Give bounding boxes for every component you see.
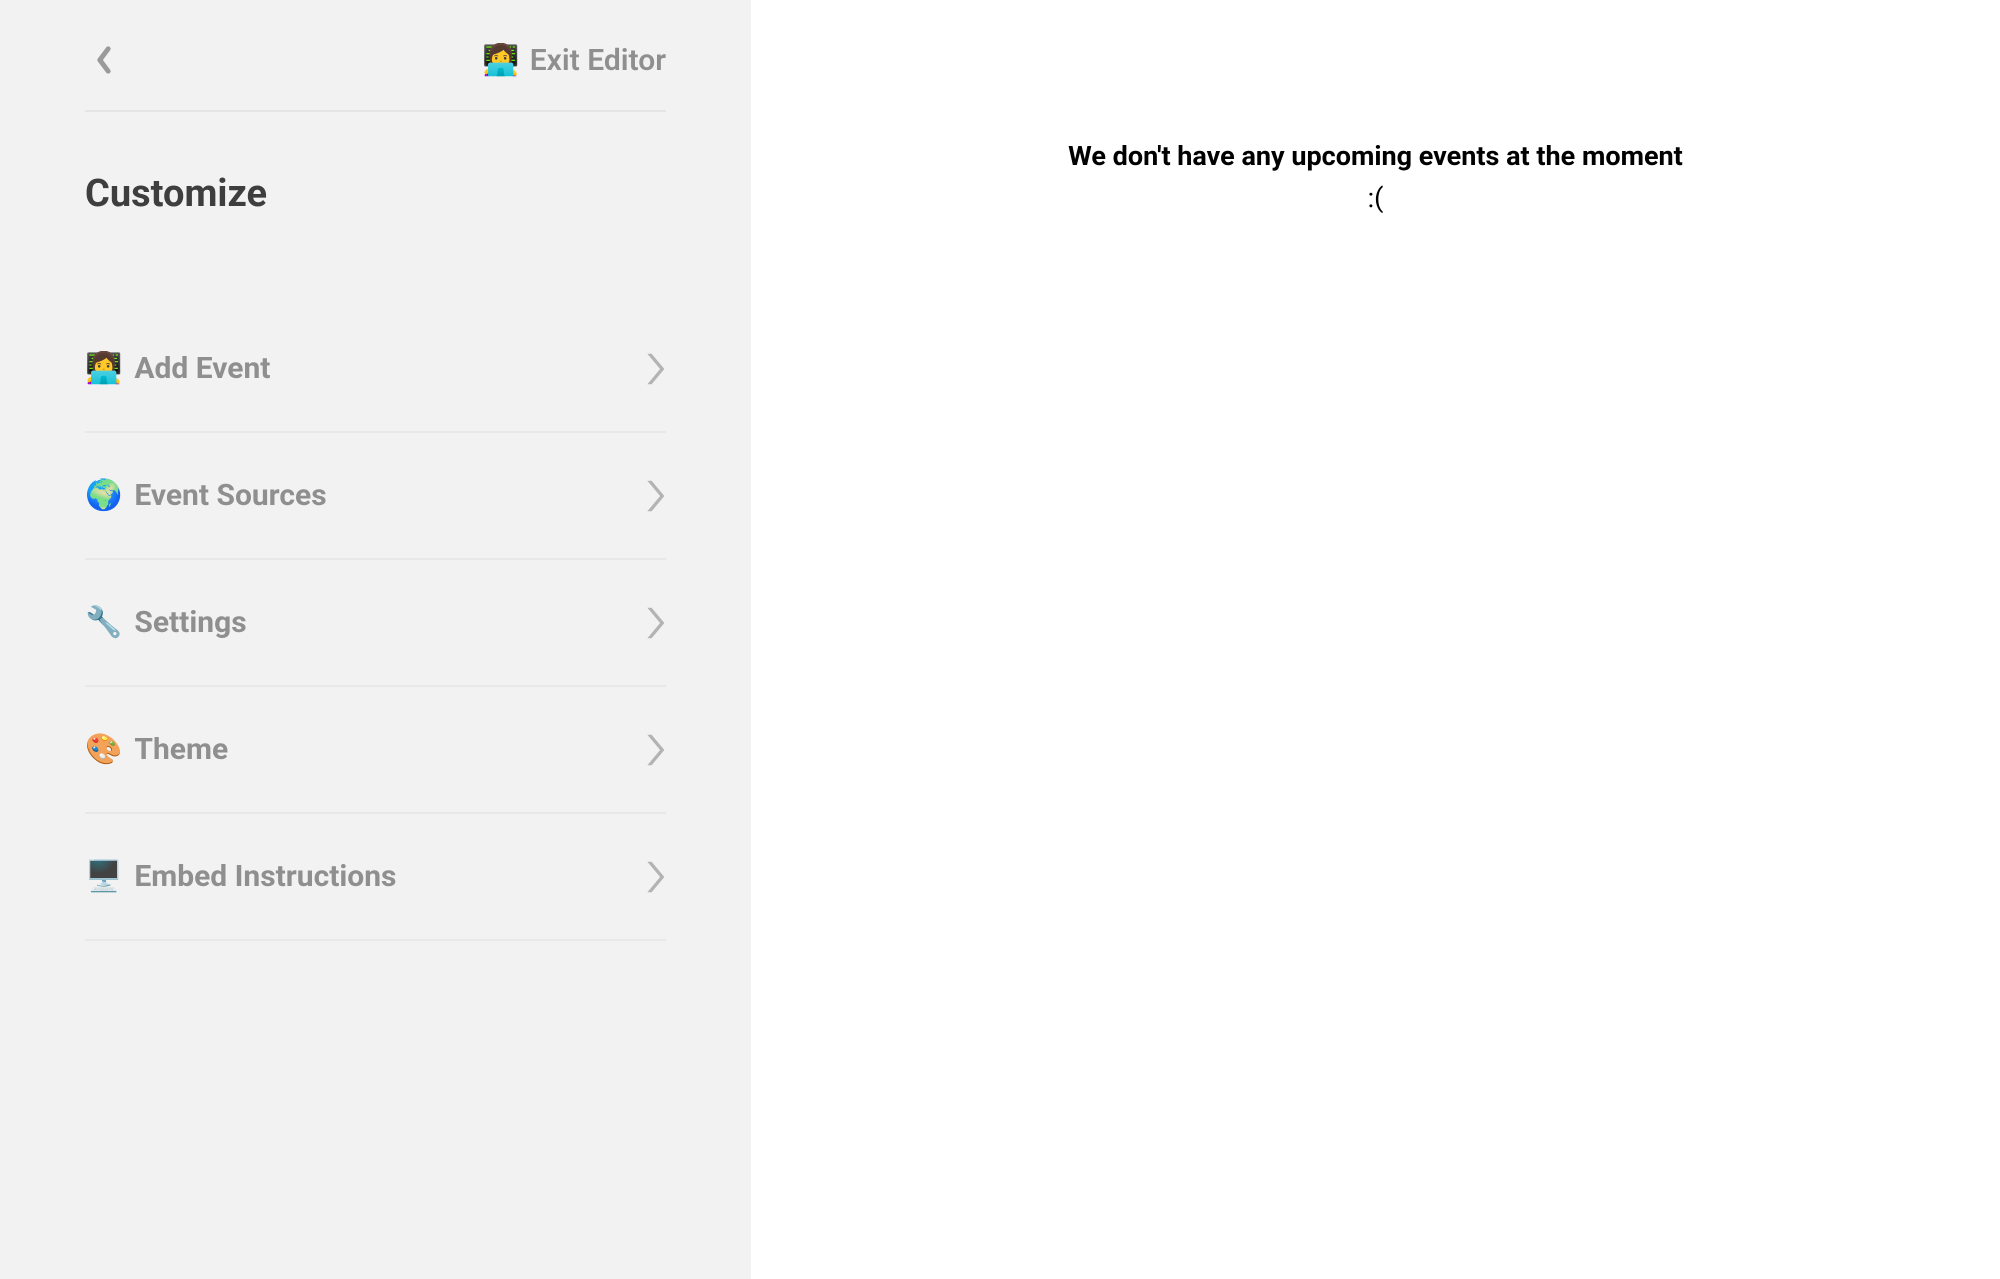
menu-item-theme[interactable]: 🎨 Theme: [85, 687, 666, 814]
menu-item-event-sources[interactable]: 🌍 Event Sources: [85, 433, 666, 560]
chevron-left-icon: [95, 46, 113, 74]
menu-item-add-event[interactable]: 👩‍💻 Add Event: [85, 306, 666, 433]
menu-item-label: Embed Instructions: [134, 859, 396, 894]
back-button[interactable]: [85, 40, 123, 80]
add-event-icon: 👩‍💻: [85, 351, 122, 386]
chevron-right-icon: [644, 733, 666, 767]
palette-icon: 🎨: [85, 732, 122, 767]
chevron-right-icon: [644, 606, 666, 640]
monitor-icon: 🖥️: [85, 859, 122, 894]
sidebar-panel: 👩‍💻 Exit Editor Customize 👩‍💻 Add Event …: [0, 0, 751, 1279]
exit-editor-label: Exit Editor: [530, 43, 666, 78]
sidebar-top-bar: 👩‍💻 Exit Editor: [85, 40, 666, 112]
empty-state-message: We don't have any upcoming events at the…: [751, 140, 2000, 172]
chevron-right-icon: [644, 352, 666, 386]
menu-item-settings[interactable]: 🔧 Settings: [85, 560, 666, 687]
menu-item-label: Add Event: [134, 351, 270, 386]
menu-item-embed-instructions[interactable]: 🖥️ Embed Instructions: [85, 814, 666, 941]
menu-item-label: Theme: [134, 732, 228, 767]
exit-editor-button[interactable]: 👩‍💻 Exit Editor: [482, 43, 666, 78]
chevron-right-icon: [644, 860, 666, 894]
person-computer-icon: 👩‍💻: [482, 43, 519, 78]
globe-icon: 🌍: [85, 478, 122, 513]
empty-state-sadface: :(: [751, 182, 2000, 214]
page-title: Customize: [85, 172, 666, 216]
wrench-icon: 🔧: [85, 605, 122, 640]
chevron-right-icon: [644, 479, 666, 513]
menu-item-label: Settings: [134, 605, 246, 640]
preview-panel: We don't have any upcoming events at the…: [751, 0, 2000, 1279]
menu-item-label: Event Sources: [134, 478, 326, 513]
